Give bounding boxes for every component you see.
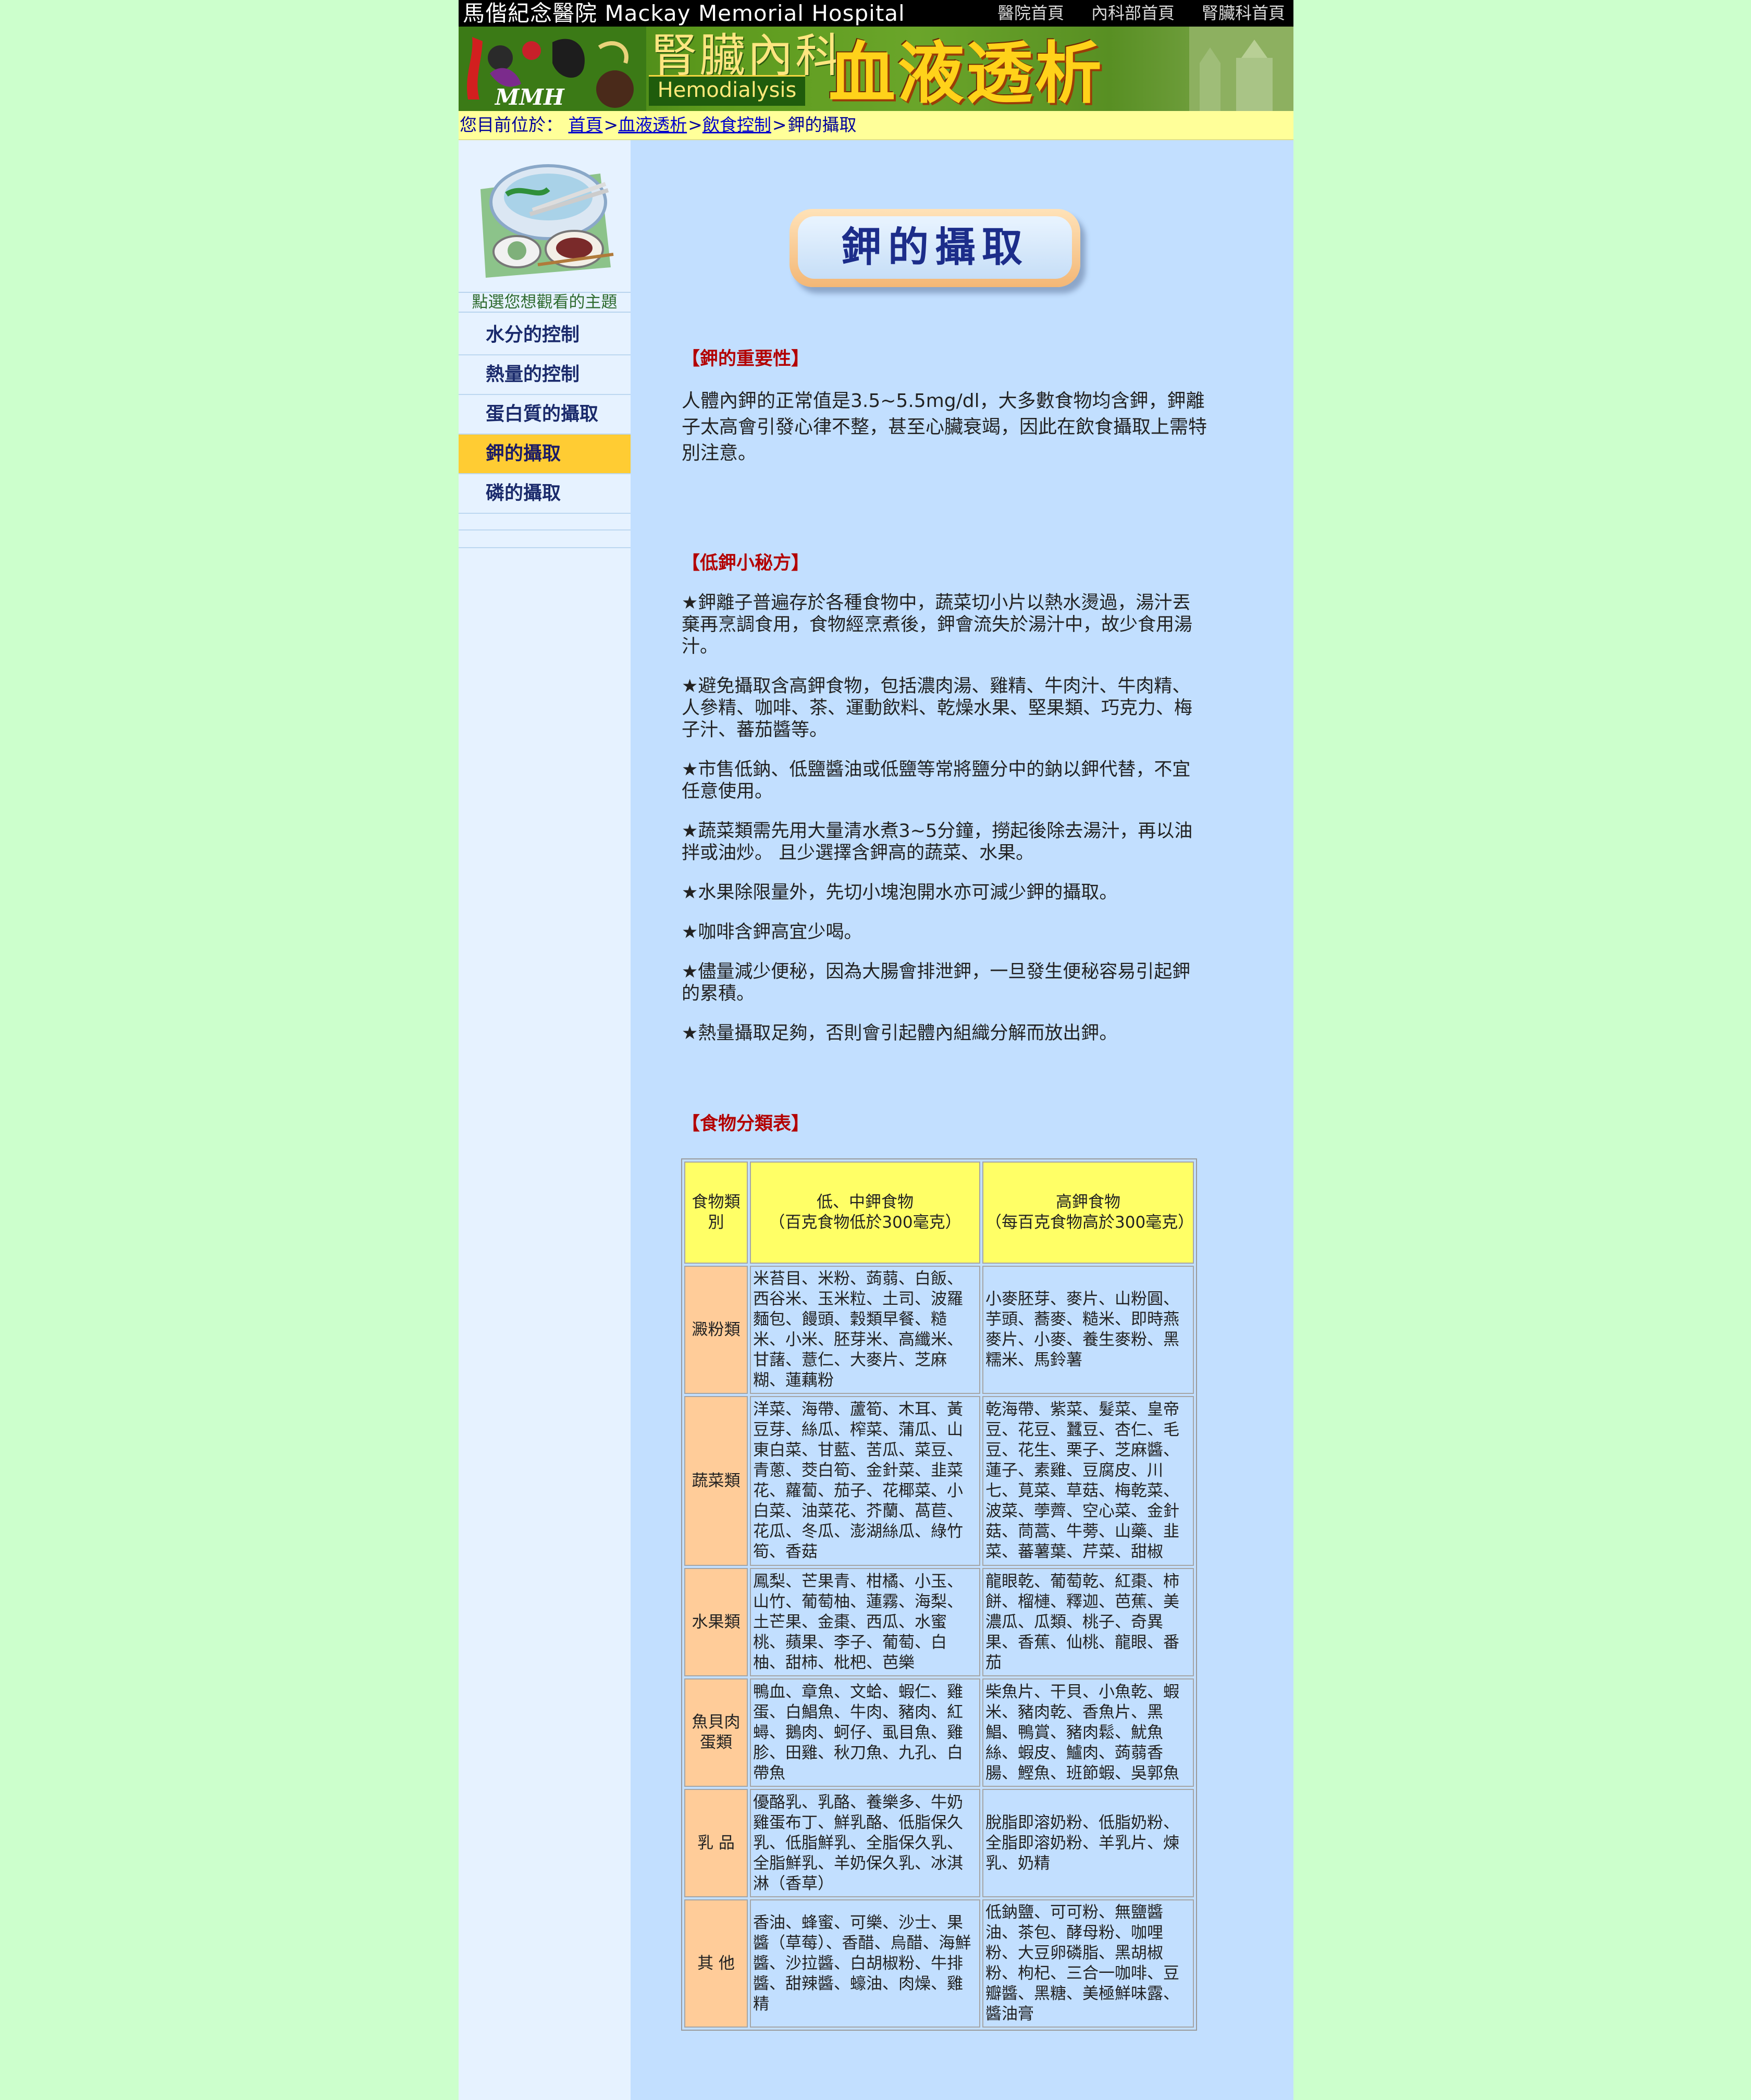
row-high-foods: 低鈉鹽、可可粉、無鹽醬油、茶包、酵母粉、咖哩粉、大豆卵磷脂、黑胡椒粉、枸杞、三合… xyxy=(982,1899,1194,2028)
row-category: 澱粉類 xyxy=(684,1266,748,1394)
row-category: 乳 品 xyxy=(684,1789,748,1897)
breadcrumb-diet-link[interactable]: 飲食控制 xyxy=(702,115,771,135)
tip-item: ★避免攝取含高鉀食物，包括濃肉湯、雞精、牛肉汁、牛肉精、人參精、咖啡、茶、運動飲… xyxy=(682,676,1193,740)
sidebar-item-label: 熱量的控制 xyxy=(486,364,580,385)
table-row: 魚貝肉蛋類 鴨血、章魚、文蛤、蝦仁、雞蛋、白鯧魚、牛肉、豬肉、紅蟳、鵝肉、蚵仔、… xyxy=(684,1678,1194,1787)
tip-item: ★鉀離子普遍存於各種食物中，蔬菜切小片以熱水燙過，湯汁丟棄再烹調食用，食物經烹煮… xyxy=(682,592,1193,657)
sidebar-item-potassium[interactable]: 鉀的攝取 xyxy=(459,435,631,474)
table-row: 乳 品 優酪乳、乳酪、養樂多、牛奶雞蛋布丁、鮮乳酪、低脂保久乳、低脂鮮乳、全脂保… xyxy=(684,1789,1194,1897)
sidebar-divider xyxy=(459,529,631,530)
row-category: 水果類 xyxy=(684,1568,748,1676)
row-category: 蔬菜類 xyxy=(684,1396,748,1566)
row-high-foods: 脫脂即溶奶粉、低脂奶粉、全脂即溶奶粉、羊乳片、煉乳、奶精 xyxy=(982,1789,1194,1897)
header-category: 食物類別 xyxy=(684,1162,748,1264)
nav-nephrology-link[interactable]: 腎臟科首頁 xyxy=(1202,3,1285,23)
importance-text: 人體內鉀的正常值是3.5~5.5mg/dl，大多數食物均含鉀，鉀離子太高會引發心… xyxy=(682,390,1207,464)
tip-item: ★儘量減少便秘，因為大腸會排泄鉀，一旦發生便秘容易引起鉀的累積。 xyxy=(682,961,1191,1004)
banner: MMH 腎臟內科 Hemodialysis 血液透析 xyxy=(459,27,1293,111)
banner-title: 血液透析 xyxy=(829,34,1104,111)
food-bowl-illustration xyxy=(480,164,614,278)
sidebar-item-label: 鉀的攝取 xyxy=(486,443,561,464)
breadcrumb-separator: > xyxy=(603,115,619,135)
hospital-name: 馬偕紀念醫院 Mackay Memorial Hospital xyxy=(463,1,905,26)
table-header-row: 食物類別 低、中鉀食物 （百克食物低於300毫克） 高鉀食物 （每百克食物高於3… xyxy=(684,1162,1194,1264)
food-table-heading: 【食物分類表】 xyxy=(682,1114,810,1134)
tips-list: ★鉀離子普遍存於各種食物中，蔬菜切小片以熱水燙過，湯汁丟棄再烹調食用，食物經烹煮… xyxy=(682,592,1208,1062)
mmh-logo: MMH xyxy=(459,27,646,111)
sidebar-item-label: 蛋白質的攝取 xyxy=(486,403,599,425)
sidebar-item-water[interactable]: 水分的控制 xyxy=(459,316,631,355)
top-nav: 醫院首頁 內科部首頁 腎臟科首頁 xyxy=(997,3,1285,23)
header-low-potassium: 低、中鉀食物 （百克食物低於300毫克） xyxy=(750,1162,980,1264)
row-low-foods: 鴨血、章魚、文蛤、蝦仁、雞蛋、白鯧魚、牛肉、豬肉、紅蟳、鵝肉、蚵仔、虱目魚、雞胗… xyxy=(750,1678,980,1787)
tip-item: ★蔬菜類需先用大量清水煮3~5分鐘，撈起後除去湯汁，再以油拌或油炒。 且少選擇含… xyxy=(682,821,1193,863)
row-low-foods: 香油、蜂蜜、可樂、沙士、果醬（草莓）、香醋、烏醋、海鮮醬、沙拉醬、白胡椒粉、牛排… xyxy=(750,1899,980,2028)
main-content: 鉀的攝取 【鉀的重要性】 人體內鉀的正常值是3.5~5.5mg/dl，大多數食物… xyxy=(631,140,1293,2100)
sidebar-divider xyxy=(459,547,631,548)
nav-internal-medicine-link[interactable]: 內科部首頁 xyxy=(1091,3,1175,23)
table-row: 水果類 鳳梨、芒果青、柑橘、小玉、山竹、葡萄柚、蓮霧、海梨、土芒果、金棗、西瓜、… xyxy=(684,1568,1194,1676)
breadcrumb-separator: > xyxy=(688,115,702,135)
sidebar-item-label: 水分的控制 xyxy=(486,324,580,345)
row-high-foods: 乾海帶、紫菜、髮菜、皇帝豆、花豆、蠶豆、杏仁、毛豆、花生、栗子、芝麻醬、蓮子、素… xyxy=(982,1396,1194,1566)
breadcrumb: 您目前位於： 首頁>血液透析>飲食控制>鉀的攝取 xyxy=(459,111,1293,140)
tip-item: ★熱量攝取足夠，否則會引起體內組織分解而放出鉀。 xyxy=(682,1023,1118,1044)
breadcrumb-home-link[interactable]: 首頁 xyxy=(569,115,603,135)
row-category: 魚貝肉蛋類 xyxy=(684,1678,748,1787)
nav-hospital-home-link[interactable]: 醫院首頁 xyxy=(997,3,1064,23)
tip-item: ★水果除限量外，先切小塊泡開水亦可減少鉀的攝取。 xyxy=(682,882,1118,903)
banner-department: 腎臟內科 xyxy=(651,29,844,82)
sidebar-item-phosphorus[interactable]: 磷的攝取 xyxy=(459,474,631,514)
banner-english-title: Hemodialysis xyxy=(649,75,805,106)
sidebar-hint: 點選您想觀看的主題 xyxy=(459,292,631,313)
breadcrumb-separator: > xyxy=(772,115,787,135)
page-title-plaque: 鉀的攝取 xyxy=(790,209,1080,287)
tips-heading: 【低鉀小秘方】 xyxy=(682,553,810,574)
sidebar: 點選您想觀看的主題 水分的控制 熱量的控制 蛋白質的攝取 鉀的攝取 磷的攝取 xyxy=(459,140,631,2100)
row-low-foods: 米苔目、米粉、蒟蒻、白飯、西谷米、玉米粒、土司、波羅麵包、饅頭、穀類早餐、糙米、… xyxy=(750,1266,980,1394)
importance-heading: 【鉀的重要性】 xyxy=(682,349,810,369)
top-bar: 馬偕紀念醫院 Mackay Memorial Hospital 醫院首頁 內科部… xyxy=(459,0,1293,27)
row-low-foods: 洋菜、海帶、蘆筍、木耳、黃豆芽、絲瓜、榨菜、蒲瓜、山東白菜、甘藍、苦瓜、菜豆、青… xyxy=(750,1396,980,1566)
breadcrumb-hemodialysis-link[interactable]: 血液透析 xyxy=(618,115,687,135)
breadcrumb-current: 鉀的攝取 xyxy=(787,115,857,135)
row-high-foods: 小麥胚芽、麥片、山粉圓、芋頭、蕎麥、糙米、即時燕麥片、小麥、養生麥粉、黑糯米、馬… xyxy=(982,1266,1194,1394)
logo-text: MMH xyxy=(494,84,565,110)
header-high-potassium: 高鉀食物 （每百克食物高於300毫克） xyxy=(982,1162,1194,1264)
tip-item: ★咖啡含鉀高宜少喝。 xyxy=(682,922,862,943)
sidebar-item-protein[interactable]: 蛋白質的攝取 xyxy=(459,395,631,435)
page: 馬偕紀念醫院 Mackay Memorial Hospital 醫院首頁 內科部… xyxy=(459,0,1293,2100)
row-category: 其 他 xyxy=(684,1899,748,2028)
food-classification-table: 食物類別 低、中鉀食物 （百克食物低於300毫克） 高鉀食物 （每百克食物高於3… xyxy=(681,1158,1197,2031)
table-row: 澱粉類 米苔目、米粉、蒟蒻、白飯、西谷米、玉米粒、土司、波羅麵包、饅頭、穀類早餐… xyxy=(684,1266,1194,1394)
page-title: 鉀的攝取 xyxy=(798,216,1072,279)
tip-item: ★市售低鈉、低鹽醬油或低鹽等常將鹽分中的鈉以鉀代替，不宜任意使用。 xyxy=(682,759,1191,802)
banner-decoration xyxy=(1189,27,1293,111)
breadcrumb-prefix: 您目前位於： xyxy=(460,115,563,135)
row-low-foods: 優酪乳、乳酪、養樂多、牛奶雞蛋布丁、鮮乳酪、低脂保久乳、低脂鮮乳、全脂保久乳、全… xyxy=(750,1789,980,1897)
table-row: 其 他 香油、蜂蜜、可樂、沙士、果醬（草莓）、香醋、烏醋、海鮮醬、沙拉醬、白胡椒… xyxy=(684,1899,1194,2028)
sidebar-item-calories[interactable]: 熱量的控制 xyxy=(459,355,631,395)
row-high-foods: 柴魚片、干貝、小魚乾、蝦米、豬肉乾、香魚片、黑鯧、鴨賞、豬肉鬆、魷魚絲、蝦皮、鱸… xyxy=(982,1678,1194,1787)
table-row: 蔬菜類 洋菜、海帶、蘆筍、木耳、黃豆芽、絲瓜、榨菜、蒲瓜、山東白菜、甘藍、苦瓜、… xyxy=(684,1396,1194,1566)
sidebar-item-label: 磷的攝取 xyxy=(486,483,561,504)
row-low-foods: 鳳梨、芒果青、柑橘、小玉、山竹、葡萄柚、蓮霧、海梨、土芒果、金棗、西瓜、水蜜桃、… xyxy=(750,1568,980,1676)
row-high-foods: 龍眼乾、葡萄乾、紅棗、柿餅、榴槤、釋迦、芭蕉、美濃瓜、瓜類、桃子、奇異果、香蕉、… xyxy=(982,1568,1194,1676)
